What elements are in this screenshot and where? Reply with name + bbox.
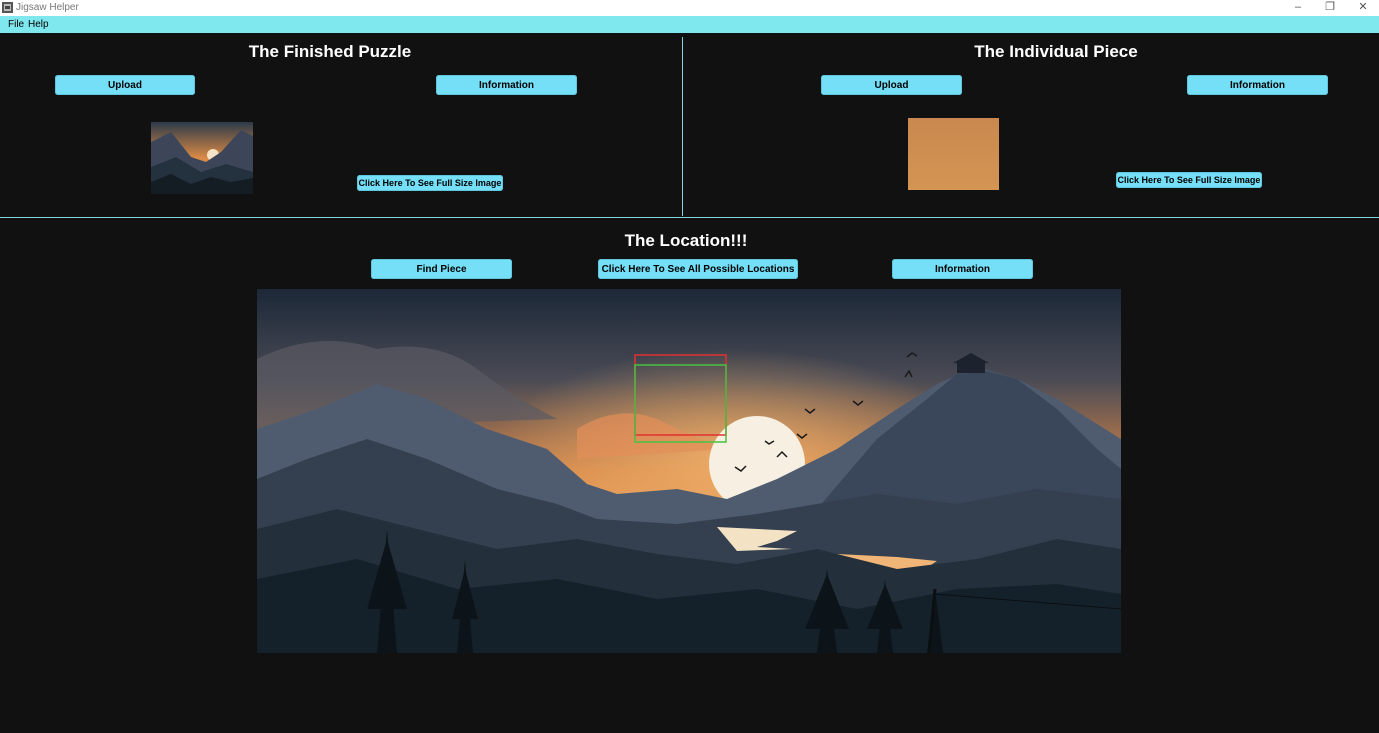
minimize-icon[interactable]: –	[1283, 0, 1313, 16]
finished-fullsize-button[interactable]: Click Here To See Full Size Image	[357, 175, 503, 191]
individual-piece-title: The Individual Piece	[974, 42, 1138, 61]
piece-upload-button[interactable]: Upload	[821, 75, 962, 95]
piece-fullsize-button[interactable]: Click Here To See Full Size Image	[1116, 172, 1262, 188]
all-locations-button[interactable]: Click Here To See All Possible Locations	[598, 259, 798, 279]
menu-help[interactable]: Help	[28, 19, 49, 30]
menu-bar: File Help	[0, 16, 1379, 33]
menu-file[interactable]: File	[8, 19, 24, 30]
finished-puzzle-title: The Finished Puzzle	[248, 42, 412, 61]
title-bar: Jigsaw Helper – ❐ ✕	[0, 0, 1379, 16]
panel-divider-horizontal	[0, 217, 1379, 218]
piece-thumbnail[interactable]	[908, 118, 999, 190]
panel-divider-vertical	[682, 37, 683, 216]
puzzle-location-image	[257, 289, 1121, 653]
window-title: Jigsaw Helper	[16, 2, 79, 13]
finished-upload-button[interactable]: Upload	[55, 75, 195, 95]
restore-icon[interactable]: ❐	[1315, 0, 1345, 16]
find-piece-button[interactable]: Find Piece	[371, 259, 512, 279]
app-icon	[2, 2, 13, 13]
finished-puzzle-thumbnail[interactable]	[151, 122, 253, 194]
piece-information-button[interactable]: Information	[1187, 75, 1328, 95]
finished-information-button[interactable]: Information	[436, 75, 577, 95]
location-title: The Location!!!	[624, 231, 748, 250]
close-icon[interactable]: ✕	[1348, 0, 1378, 16]
location-information-button[interactable]: Information	[892, 259, 1033, 279]
